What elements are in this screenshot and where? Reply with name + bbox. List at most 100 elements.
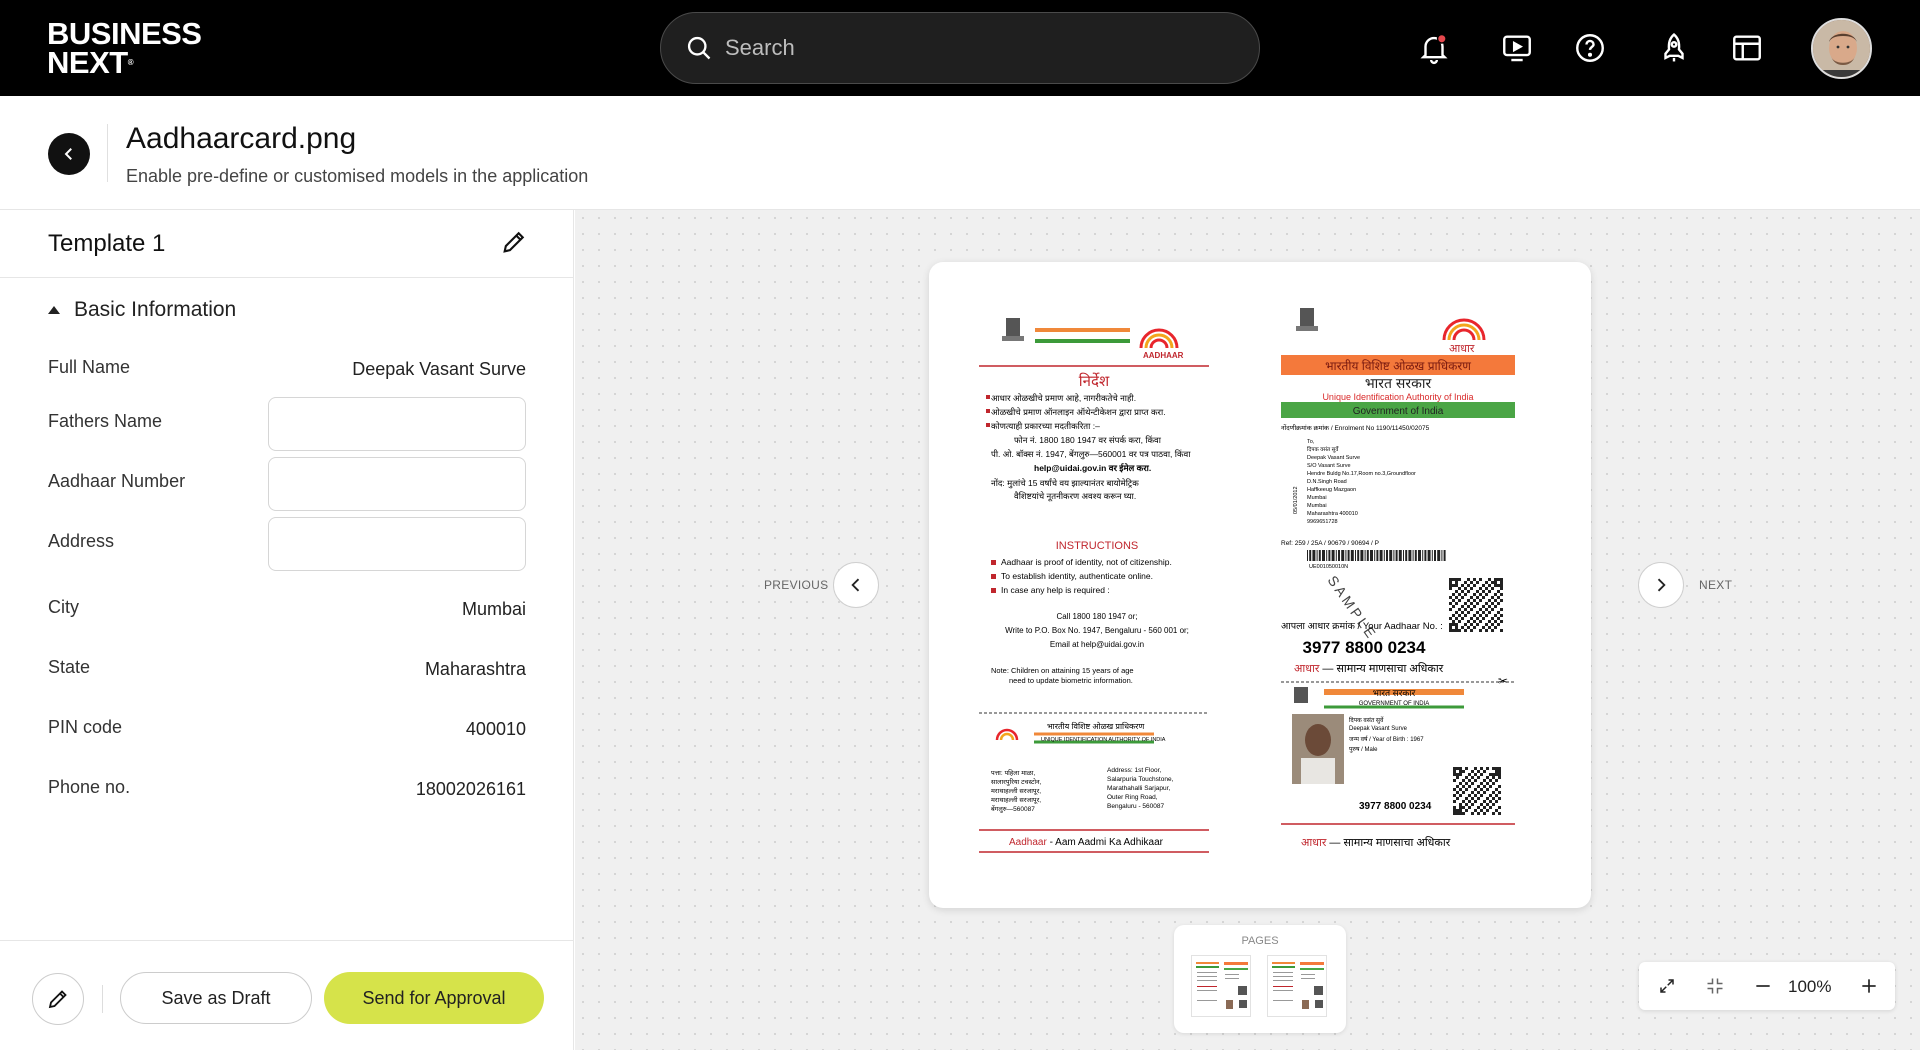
instruction-line: To establish identity, authenticate onli…: [1001, 571, 1153, 581]
search-input[interactable]: [725, 35, 1225, 61]
address-marathi-line: बेंगलुरु—560087: [991, 805, 1035, 813]
aadhaar-number-input[interactable]: [268, 457, 526, 511]
document-viewer[interactable]: PREVIOUS NEXT AADHAAR निर्देश आधार ओळखीच…: [575, 210, 1920, 1050]
search-icon: [687, 36, 711, 60]
section-title: Basic Information: [74, 298, 237, 321]
address-marathi-line: मराथाहल्ली सरजापूर,: [991, 787, 1041, 795]
action-footer: Save as Draft Send for Approval: [0, 940, 574, 1050]
address-english-line: Outer Ring Road,: [1107, 794, 1158, 801]
marathi-line: वैशिष्टयांचे नूतनीकरण अवश्य करून घ्या.: [1014, 491, 1136, 502]
aadhaar-document-image: AADHAAR निर्देश आधार ओळखीचे प्रमाण आहे, …: [979, 308, 1515, 853]
marathi-line: कोणत्याही प्रकारच्या मदतीकरिता :–: [991, 421, 1100, 431]
tagline-prefix: आधार: [1294, 663, 1320, 675]
marathi-line: नोंद: मुलांचे 15 वर्षांचे वय झाल्यानंतर …: [991, 478, 1139, 489]
pages-panel: PAGES: [1174, 925, 1346, 1033]
fullscreen-button[interactable]: [1655, 974, 1679, 998]
address-marathi-line: पत्ता: पहिला माळा,: [991, 769, 1035, 777]
zoom-in-button[interactable]: [1857, 974, 1881, 998]
pencil-icon: [48, 990, 67, 1009]
address-line: Maharashtra 400010: [1307, 511, 1358, 517]
field-label: Phone no.: [48, 777, 131, 797]
back-button[interactable]: [48, 133, 90, 175]
marathi-line: help@uidai.gov.in वर ईमेल करा.: [1034, 463, 1151, 473]
card-gov-marathi: भारत सरकार: [1373, 688, 1416, 698]
search-bar[interactable]: [660, 12, 1260, 84]
plus-icon: [1862, 979, 1876, 993]
edit-template-button[interactable]: [500, 228, 530, 258]
annotate-button[interactable]: [32, 973, 84, 1025]
tagline-rest: — सामान्य माणसाचा अधिकार: [1326, 836, 1450, 849]
field-value: Maharashtra: [424, 659, 526, 679]
photo-portrait: [1292, 714, 1344, 784]
address-line: D.N.Singh Road: [1307, 479, 1347, 485]
layout-icon[interactable]: [1727, 28, 1767, 68]
play-screen-icon[interactable]: [1497, 28, 1537, 68]
template-panel: Template 1 Basic Information Full Name D…: [0, 210, 574, 1050]
authority-marathi: भारतीय विशिष्ट ओळख प्राधिकरण: [1325, 359, 1471, 373]
template-header: Template 1: [0, 210, 574, 278]
page-header: Aadhaarcard.png Enable pre-define or cus…: [0, 96, 1920, 210]
expand-icon: [1660, 979, 1674, 993]
top-navigation-bar: BUSINESS NEXT®: [0, 0, 1920, 96]
aadhaar-logo-icon: [1139, 328, 1179, 349]
document-page: AADHAAR निर्देश आधार ओळखीचे प्रमाण आहे, …: [929, 262, 1591, 908]
contact-line: Call 1800 180 1947 or;: [1057, 612, 1138, 621]
your-aadhaar-label: आपला आधार क्रमांक / Your Aadhaar No. :: [1281, 621, 1443, 632]
address-input[interactable]: [268, 517, 526, 571]
business-next-logo[interactable]: BUSINESS NEXT®: [47, 16, 202, 80]
side-date: 05/01/2012: [1293, 486, 1299, 514]
aadhaar-brand-text: AADHAAR: [1143, 351, 1184, 360]
field-label: Address: [48, 531, 115, 551]
field-fathers-name: Fathers Name: [48, 397, 526, 451]
emblem-icon: [1002, 318, 1024, 341]
previous-page-button[interactable]: [833, 562, 879, 608]
user-avatar[interactable]: [1811, 18, 1872, 79]
note-line: Note: Children on attaining 15 years of …: [991, 666, 1134, 675]
left-tagline: Aadhaar - Aam Aadmi Ka Adhikaar: [1009, 837, 1164, 848]
address-line: To,: [1307, 439, 1315, 445]
authority-marathi: भारतीय विशिष्ट ओळख प्राधिकरण: [1047, 721, 1144, 731]
card-gov-english: GOVERNMENT OF INDIA: [1359, 701, 1430, 707]
page-thumbnail[interactable]: [1191, 955, 1251, 1017]
barcode-text: UE001050010N: [1309, 564, 1348, 570]
send-for-approval-button[interactable]: Send for Approval: [324, 972, 544, 1024]
instruction-line: In case any help is required :: [1001, 585, 1110, 595]
chevron-left-icon: [851, 578, 860, 592]
scissors-icon: ✂: [1498, 674, 1508, 688]
fathers-name-input[interactable]: [268, 397, 526, 451]
logo-line-1: BUSINESS: [47, 16, 202, 51]
enrolment-number: नोंदणीक्रमांक क्रमांक / Enrolment No 119…: [1281, 424, 1430, 432]
bell-icon[interactable]: [1414, 28, 1454, 68]
save-as-draft-button[interactable]: Save as Draft: [120, 972, 312, 1024]
rocket-icon[interactable]: [1654, 28, 1694, 68]
pencil-icon: [503, 231, 525, 253]
fit-to-screen-button[interactable]: [1703, 974, 1727, 998]
card-aadhaar-number: 3977 8800 0234: [1359, 801, 1432, 812]
tagline-prefix: Aadhaar: [1009, 837, 1047, 848]
basic-information-toggle[interactable]: Basic Information: [48, 298, 236, 322]
field-full-name: Full Name Deepak Vasant Surve: [48, 343, 526, 397]
minus-icon: [1756, 985, 1770, 987]
template-title: Template 1: [48, 230, 166, 257]
field-aadhaar-number: Aadhaar Number: [48, 457, 526, 511]
uid-english: Unique Identification Authority of India: [1322, 392, 1473, 402]
your-no-marathi: आपला आधार क्रमांक: [1281, 621, 1356, 632]
field-state: State Maharashtra: [48, 643, 526, 697]
marathi-line: पी. ओ. बॉक्स नं. 1947, बेंगलुरु—560001 व…: [991, 449, 1191, 460]
qr-code-icon: [1453, 767, 1501, 815]
gov-english: Government of India: [1353, 406, 1444, 417]
zoom-out-button[interactable]: [1751, 974, 1775, 998]
help-icon[interactable]: [1570, 28, 1610, 68]
marathi-line: आधार ओळखीचे प्रमाण आहे, नागरीकतेचे नाही.: [991, 393, 1136, 403]
card-line: पुरुष / Male: [1349, 747, 1378, 753]
footer-divider: [102, 985, 103, 1013]
page-subtitle: Enable pre-define or customised models i…: [126, 166, 589, 186]
field-label: State: [48, 657, 91, 677]
address-line: Mumbai: [1307, 495, 1327, 501]
next-page-button[interactable]: [1638, 562, 1684, 608]
logo-line-2: NEXT: [47, 45, 128, 80]
page-thumbnail[interactable]: [1267, 955, 1327, 1017]
note-line: need to update biometric information.: [1009, 676, 1133, 685]
your-no-english: Your Aadhaar No. :: [1363, 621, 1443, 632]
collapse-icon: [1707, 978, 1723, 994]
